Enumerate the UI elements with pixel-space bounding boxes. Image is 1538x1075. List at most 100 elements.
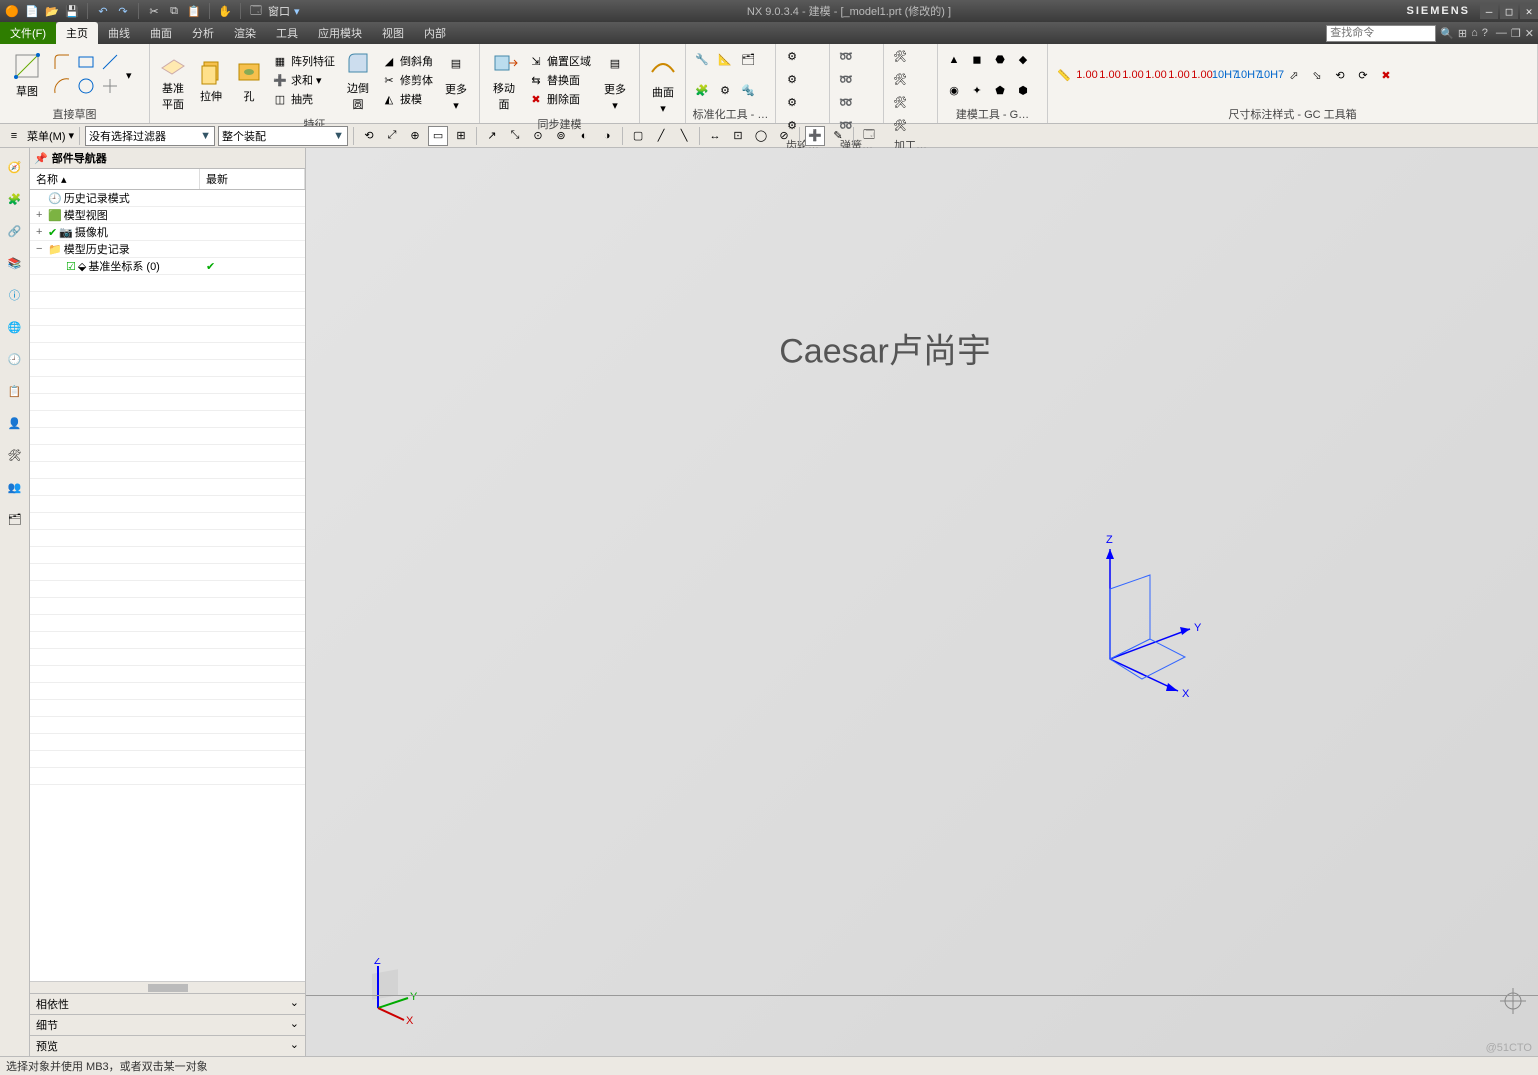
line-icon[interactable] (100, 52, 120, 72)
hd3d-icon[interactable]: ⓘ (4, 284, 26, 306)
dim-icon[interactable]: 1.00 (1192, 65, 1212, 85)
file-menu[interactable]: 文件(F) (0, 22, 56, 44)
tree-row[interactable]: ☑⬙基准坐标系 (0)✔ (30, 258, 305, 275)
touch-icon[interactable]: ✋ (217, 3, 233, 19)
paste-icon[interactable]: 📋 (186, 3, 202, 19)
tb-icon[interactable]: ⊡ (728, 126, 748, 146)
sync-more-button[interactable]: ▤更多▾ (597, 47, 633, 114)
tb-icon[interactable]: ⊙ (528, 126, 548, 146)
system-icon[interactable]: 🗂 (4, 508, 26, 530)
pin-icon[interactable]: 📌 (34, 152, 48, 165)
shell-button[interactable]: ◫抽壳 (270, 90, 337, 108)
spring-icon[interactable]: ➿ (836, 92, 856, 112)
browser-icon[interactable]: 🌐 (4, 316, 26, 338)
chevron-down-icon[interactable]: ▾ (126, 69, 132, 82)
menu-button[interactable]: ≡ (4, 126, 24, 146)
dim-icon[interactable]: 10H7 (1238, 65, 1258, 85)
tree-row[interactable]: −📁模型历史记录 (30, 241, 305, 258)
offset-region-button[interactable]: ⇲偏置区域 (526, 52, 593, 70)
dim-icon[interactable]: 10H7 (1261, 65, 1281, 85)
tab-view[interactable]: 视图 (372, 22, 414, 44)
tree-row[interactable]: +✔📷摄像机 (30, 224, 305, 241)
chamfer-button[interactable]: ◢倒斜角 (379, 52, 435, 70)
mdi-close-icon[interactable]: ✕ (1525, 27, 1534, 40)
std-icon[interactable]: 📐 (715, 50, 735, 70)
circle-icon[interactable] (76, 76, 96, 96)
minimize-button[interactable]: — (1480, 3, 1498, 19)
mod-icon[interactable]: ⬣ (990, 50, 1010, 70)
point-icon[interactable] (100, 76, 120, 96)
tab-home[interactable]: 主页 (56, 22, 98, 44)
tb-icon[interactable]: ⊘ (774, 126, 794, 146)
delete-face-button[interactable]: ✖删除面 (526, 90, 593, 108)
copy-icon[interactable]: ⧉ (166, 3, 182, 19)
std-icon[interactable]: 🗂 (738, 50, 758, 70)
tb-icon[interactable]: ◯ (751, 126, 771, 146)
unite-button[interactable]: ➕求和 ▾ (270, 71, 337, 89)
system-icon[interactable]: 👥 (4, 476, 26, 498)
std-icon[interactable]: 🔧 (692, 50, 712, 70)
tb-icon[interactable]: ↗ (482, 126, 502, 146)
help-icon[interactable]: ? (1482, 27, 1488, 39)
dim-icon[interactable]: 1.00 (1100, 65, 1120, 85)
tb-icon[interactable]: ⊕ (405, 126, 425, 146)
tab-curve[interactable]: 曲线 (98, 22, 140, 44)
mod-icon[interactable]: ✦ (967, 80, 987, 100)
tree-row[interactable]: +🟩模型视图 (30, 207, 305, 224)
mod-icon[interactable]: ⬢ (1013, 80, 1033, 100)
system-icon[interactable]: 📋 (4, 380, 26, 402)
dim-icon[interactable]: ⬀ (1284, 65, 1304, 85)
dim-icon[interactable]: ⟳ (1353, 65, 1373, 85)
surface-button[interactable]: 曲面▾ (646, 50, 680, 117)
window-menu[interactable]: 窗口 (268, 3, 290, 19)
menu-label[interactable]: 菜单(M) (27, 128, 66, 144)
tb-icon[interactable]: ⟲ (359, 126, 379, 146)
tb-icon[interactable]: ➕ (805, 126, 825, 146)
section-preview[interactable]: 预览⌄ (30, 1035, 305, 1056)
dim-icon[interactable]: ⟲ (1330, 65, 1350, 85)
tb-icon[interactable]: ╱ (651, 126, 671, 146)
mod-icon[interactable]: ◼ (967, 50, 987, 70)
dim-icon[interactable]: 📏 (1054, 65, 1074, 85)
history-icon[interactable]: 🕘 (4, 348, 26, 370)
dim-icon[interactable]: 1.00 (1169, 65, 1189, 85)
window-list-icon[interactable]: 🗔 (248, 3, 264, 19)
home-icon[interactable]: ⌂ (1471, 27, 1478, 39)
tb-icon[interactable]: ⤢ (382, 126, 402, 146)
tab-tools[interactable]: 工具 (266, 22, 308, 44)
tb-icon[interactable]: ⤡ (505, 126, 525, 146)
tab-application[interactable]: 应用模块 (308, 22, 372, 44)
tab-render[interactable]: 渲染 (224, 22, 266, 44)
undo-icon[interactable]: ↶ (95, 3, 111, 19)
system-icon[interactable]: 🛠 (4, 444, 26, 466)
maximize-button[interactable]: □ (1500, 3, 1518, 19)
reuse-library-icon[interactable]: 📚 (4, 252, 26, 274)
gear-icon[interactable]: ⚙ (782, 92, 802, 112)
tb-icon[interactable]: ◐ (574, 126, 594, 146)
tb-icon[interactable]: ↔ (705, 126, 725, 146)
sketch-button[interactable]: 草图 (6, 49, 48, 101)
trim-body-button[interactable]: ✂修剪体 (379, 71, 435, 89)
close-button[interactable]: ✕ (1520, 3, 1538, 19)
tb-icon[interactable]: ⊞ (451, 126, 471, 146)
tb-icon[interactable]: ▭ (428, 126, 448, 146)
tb-icon[interactable]: ✎ (828, 126, 848, 146)
dim-icon[interactable]: 1.00 (1077, 65, 1097, 85)
save-icon[interactable]: 💾 (64, 3, 80, 19)
mach-icon[interactable]: 🛠 (890, 46, 910, 66)
arc-icon[interactable] (52, 76, 72, 96)
tb-icon[interactable]: ▢ (628, 126, 648, 146)
tab-analysis[interactable]: 分析 (182, 22, 224, 44)
profile-icon[interactable] (52, 52, 72, 72)
feature-more-button[interactable]: ▤更多▾ (439, 47, 473, 114)
assembly-navigator-icon[interactable]: 🧩 (4, 188, 26, 210)
spring-icon[interactable]: ➿ (836, 46, 856, 66)
constraint-navigator-icon[interactable]: 🔗 (4, 220, 26, 242)
std-icon[interactable]: 🔩 (738, 80, 758, 100)
extrude-button[interactable]: 拉伸 (194, 54, 228, 106)
gear-icon[interactable]: ⚙ (782, 69, 802, 89)
datum-plane-button[interactable]: 基准平面 (156, 46, 190, 114)
edge-blend-button[interactable]: 边倒圆 (341, 46, 375, 114)
mod-icon[interactable]: ▲ (944, 50, 964, 70)
new-icon[interactable]: 📄 (24, 3, 40, 19)
